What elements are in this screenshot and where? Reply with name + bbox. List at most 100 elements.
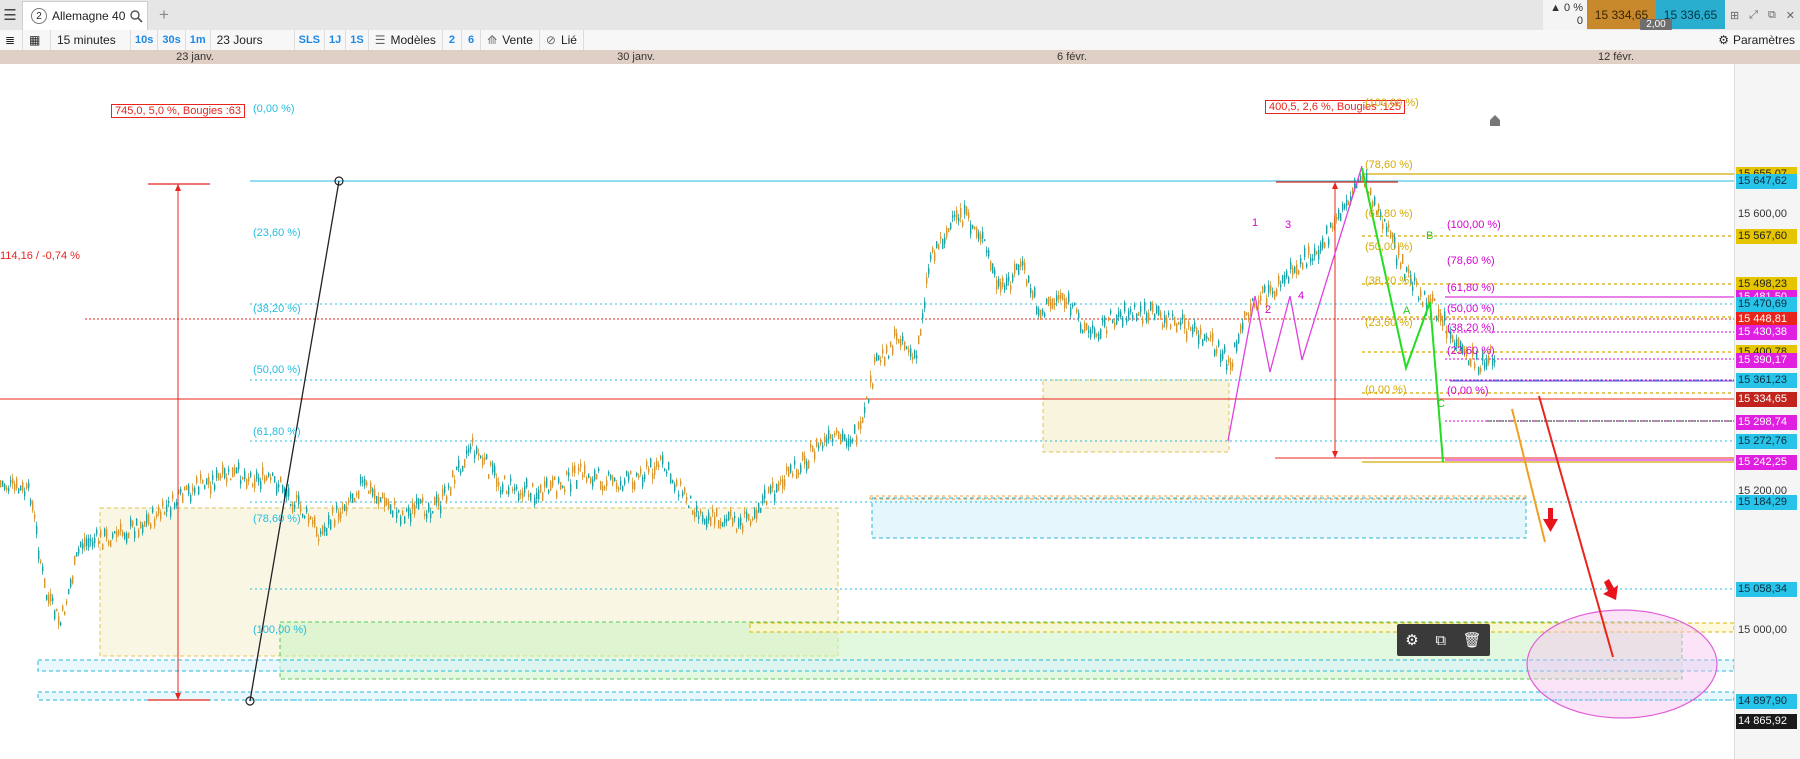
candle-body bbox=[466, 450, 468, 455]
support-band-2[interactable] bbox=[37, 691, 1734, 701]
period-select[interactable]: 23 Jours bbox=[211, 30, 295, 50]
expand-icon[interactable]: ⤢ bbox=[1749, 9, 1758, 22]
candle-body bbox=[1264, 285, 1266, 292]
target-ellipse[interactable] bbox=[1526, 609, 1718, 719]
candle-body bbox=[552, 477, 554, 487]
candle-body bbox=[1320, 243, 1322, 252]
candle-body bbox=[180, 488, 182, 494]
candle-body bbox=[916, 355, 918, 359]
candle-body bbox=[456, 466, 458, 471]
measure-label-left[interactable]: 745,0, 5,0 %, Bougies :63 bbox=[111, 104, 245, 118]
candle-body bbox=[60, 622, 62, 626]
candle-body bbox=[1178, 321, 1180, 325]
candle-body bbox=[524, 485, 526, 493]
external-window-icon[interactable]: ⧉ bbox=[1768, 9, 1776, 22]
candle-body bbox=[824, 436, 826, 443]
candle-body bbox=[1388, 224, 1390, 228]
support-band-1[interactable] bbox=[37, 659, 1734, 672]
copy-icon[interactable]: ⧉ bbox=[1435, 632, 1446, 649]
candle-body bbox=[388, 500, 390, 509]
candle-body bbox=[604, 486, 606, 489]
date-label: 6 févr. bbox=[1057, 51, 1087, 63]
models-button[interactable]: ☰ Modèles bbox=[369, 30, 443, 50]
candle-body bbox=[1090, 329, 1092, 338]
candle-body bbox=[100, 530, 102, 537]
candle-body bbox=[1422, 301, 1424, 307]
candle-body bbox=[970, 224, 972, 235]
candle-body bbox=[222, 464, 224, 475]
candle-body bbox=[18, 488, 20, 494]
candle-body bbox=[314, 516, 316, 527]
candle-body bbox=[1492, 359, 1494, 366]
price-chart[interactable]: 745,0, 5,0 %, Bougies :63 400,5, 2,6 %, … bbox=[0, 64, 1734, 759]
quick-timeframe-30s[interactable]: 30s bbox=[158, 30, 186, 50]
candle-body bbox=[446, 496, 448, 502]
number-2-button[interactable]: 2 bbox=[443, 30, 462, 50]
quick-period-1s[interactable]: 1S bbox=[346, 30, 369, 50]
candle-body bbox=[1152, 303, 1154, 312]
candle-body bbox=[1344, 204, 1346, 209]
add-tab-button[interactable]: + bbox=[154, 0, 174, 30]
candle-body bbox=[690, 495, 692, 499]
candle-body bbox=[846, 440, 848, 446]
candle-body bbox=[280, 476, 282, 483]
candle-body bbox=[1338, 210, 1340, 219]
candle-body bbox=[806, 461, 808, 471]
hamburger-menu-icon[interactable]: ☰ bbox=[0, 0, 20, 30]
timeframe-select[interactable]: 15 minutes bbox=[51, 30, 131, 50]
linked-button[interactable]: ⊘ Lié bbox=[540, 30, 584, 50]
number-6-button[interactable]: 6 bbox=[462, 30, 482, 50]
link-icon: ⊘ bbox=[545, 33, 556, 47]
candle-body bbox=[1058, 294, 1060, 300]
candle-body bbox=[718, 520, 720, 529]
candle-body bbox=[960, 207, 962, 218]
candle-body bbox=[416, 497, 418, 505]
sell-button[interactable]: ⟰ Vente bbox=[481, 30, 540, 50]
chart-tab[interactable]: 2 Allemagne 40 bbox=[22, 1, 148, 30]
candle-body bbox=[886, 345, 888, 353]
quick-period-1j[interactable]: 1J bbox=[325, 30, 347, 50]
settings-button[interactable]: ⚙ Paramètres bbox=[1718, 30, 1800, 50]
candle-body bbox=[1126, 319, 1128, 323]
candle-body bbox=[720, 521, 722, 526]
measure-arrow-up-left bbox=[175, 184, 181, 191]
candle-body bbox=[1418, 297, 1420, 301]
list-icon[interactable]: ≣ bbox=[0, 30, 23, 50]
quick-timeframe-1m[interactable]: 1m bbox=[186, 30, 211, 50]
candle-body bbox=[686, 496, 688, 501]
candle-body bbox=[326, 528, 328, 536]
quick-period-sls[interactable]: SLS bbox=[295, 30, 326, 50]
fib-label: (100,00 %) bbox=[1365, 97, 1419, 109]
candle-body bbox=[204, 484, 206, 490]
candle-body bbox=[684, 487, 686, 494]
fib-label: (50,00 %) bbox=[1447, 303, 1495, 315]
candle-body bbox=[722, 522, 724, 527]
price-label: 15 470,69 bbox=[1736, 297, 1797, 312]
variation-abs: 0 bbox=[1576, 15, 1583, 27]
candle-body bbox=[1242, 322, 1244, 330]
candle-body bbox=[1238, 334, 1240, 343]
search-icon[interactable] bbox=[130, 9, 143, 23]
candle-body bbox=[1494, 359, 1496, 363]
close-icon[interactable]: ✕ bbox=[1786, 9, 1795, 22]
candle-body bbox=[930, 254, 932, 260]
candle-body bbox=[1250, 303, 1252, 312]
tab-title: Allemagne 40 bbox=[52, 9, 126, 23]
fib-orange-levels[interactable] bbox=[1362, 173, 1734, 463]
trash-icon[interactable]: 🗑 bbox=[1463, 631, 1482, 649]
candle-body bbox=[154, 519, 156, 527]
gear-icon[interactable]: ⚙ bbox=[1405, 631, 1418, 649]
candle-body bbox=[148, 514, 150, 524]
layout-icon[interactable]: ▦ bbox=[23, 30, 51, 50]
demand-zone[interactable] bbox=[871, 497, 1527, 539]
grid-icon[interactable]: ⊞ bbox=[1730, 9, 1739, 22]
candle-body bbox=[592, 479, 594, 487]
candle-body bbox=[464, 459, 466, 468]
quick-timeframe-10s[interactable]: 10s bbox=[131, 30, 159, 50]
candle-body bbox=[708, 512, 710, 521]
models-label: Modèles bbox=[390, 33, 436, 47]
candle-body bbox=[518, 493, 520, 501]
candle-body bbox=[726, 518, 728, 522]
candle-body bbox=[942, 238, 944, 249]
candle-body bbox=[438, 497, 440, 507]
